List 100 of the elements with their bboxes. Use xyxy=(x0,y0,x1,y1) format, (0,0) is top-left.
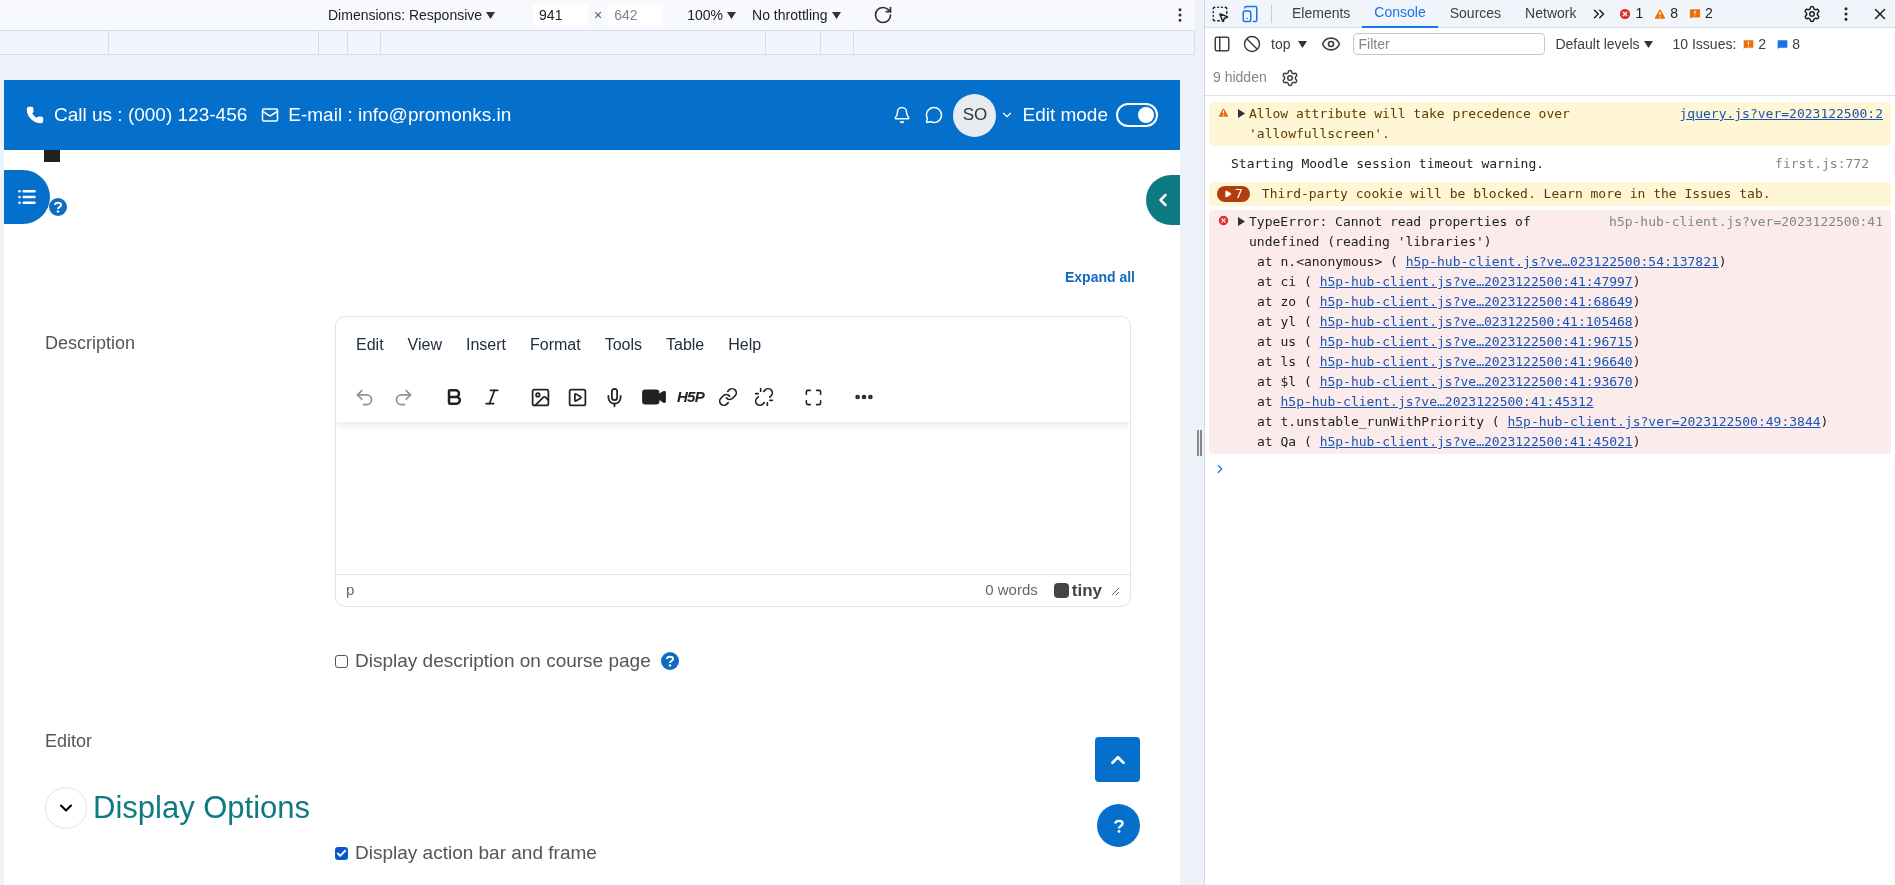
issue-count[interactable]: 2 xyxy=(1758,33,1767,55)
help-icon[interactable] xyxy=(49,198,67,216)
stack-link[interactable]: h5p-hub-client.js?ve…2023122500:41:93670 xyxy=(1319,374,1633,389)
menu-item[interactable]: Tools xyxy=(604,332,642,357)
edit-mode-toggle[interactable] xyxy=(1116,103,1158,127)
expand-arrow-icon[interactable] xyxy=(1238,217,1245,226)
info-count[interactable]: 8 xyxy=(1792,33,1800,55)
h5p-button[interactable]: H5P xyxy=(677,385,704,409)
menu-item[interactable]: Format xyxy=(530,332,581,357)
menu-item[interactable]: View xyxy=(407,332,442,357)
edit-mode-label: Edit mode xyxy=(1022,102,1108,127)
field-label: Editor xyxy=(45,730,93,751)
warning-count[interactable]: 8 xyxy=(1670,3,1679,24)
element-path[interactable]: p xyxy=(346,579,355,602)
checkbox[interactable] xyxy=(335,654,348,668)
filter-field[interactable]: Filter xyxy=(1353,33,1546,55)
width-field[interactable]: 941 xyxy=(533,4,589,26)
image-icon[interactable] xyxy=(530,386,551,408)
stack-frame-text: at n.<anonymous> ( xyxy=(1257,254,1399,269)
eye-icon[interactable] xyxy=(1321,34,1342,54)
issues-label[interactable]: 10 Issues: xyxy=(1672,33,1737,55)
word-count[interactable]: 0 words xyxy=(985,579,1038,602)
settings-icon[interactable] xyxy=(1803,4,1821,23)
menu-item[interactable]: Insert xyxy=(465,332,506,357)
rotate-icon[interactable] xyxy=(872,5,893,25)
count-badge[interactable]: 7 xyxy=(1217,186,1250,202)
fullscreen-icon[interactable] xyxy=(803,387,823,407)
course-index-button[interactable] xyxy=(4,170,50,224)
source-link[interactable]: jquery.js?ver=2023122500:2 xyxy=(1679,104,1883,124)
throttling-dropdown[interactable]: No throttling xyxy=(752,4,841,26)
devtools-tab[interactable]: Network xyxy=(1513,0,1589,28)
devtools-tab[interactable]: Console xyxy=(1362,0,1438,28)
issue-icon xyxy=(1742,37,1756,51)
user-avatar[interactable]: SO xyxy=(953,93,997,137)
italic-icon[interactable] xyxy=(482,387,502,407)
stack-frame-text: at zo ( xyxy=(1257,294,1313,309)
phone-text: Call us : (000) 123-456 xyxy=(54,102,248,127)
stack-link[interactable]: h5p-hub-client.js?ve…2023122500:41:96640 xyxy=(1319,354,1633,369)
link-icon[interactable] xyxy=(717,387,738,407)
expand-arrow-icon[interactable] xyxy=(1238,109,1245,118)
caret-icon xyxy=(1298,40,1308,48)
sidebar-icon[interactable] xyxy=(1213,35,1231,53)
issue-text: Third-party cookie will be blocked. Learn more in the Issues tab. xyxy=(1261,185,1771,203)
stack-frame-text: ) xyxy=(1632,274,1641,289)
stack-frame-text: at Qa ( xyxy=(1257,434,1313,449)
devtools-tab[interactable]: Elements xyxy=(1280,0,1363,28)
notification-icon[interactable] xyxy=(893,106,912,124)
caret-icon xyxy=(1643,40,1653,48)
checkbox[interactable] xyxy=(335,846,348,860)
unlink-icon[interactable] xyxy=(753,387,774,407)
warning-icon xyxy=(1653,6,1668,21)
expand-all-link[interactable]: Expand all xyxy=(1064,267,1135,288)
stack-frame-text: ) xyxy=(1632,374,1641,389)
error-icon xyxy=(1217,214,1230,227)
log-text: Starting Moodle session timeout warning. xyxy=(1231,155,1545,173)
stack-frame-text: at $l ( xyxy=(1257,374,1313,389)
stack-frame-text: ) xyxy=(1718,254,1727,269)
issue-icon xyxy=(1688,6,1703,21)
issue-count[interactable]: 2 xyxy=(1705,3,1713,24)
devtools-tab[interactable]: Sources xyxy=(1437,0,1514,28)
caret-icon xyxy=(727,11,737,19)
inspect-icon[interactable] xyxy=(1211,4,1229,23)
stack-link[interactable]: h5p-hub-client.js?ve…2023122500:41:45312 xyxy=(1280,394,1594,409)
question-mark-icon xyxy=(1112,817,1125,834)
tiny-logo-icon xyxy=(1053,583,1069,598)
back-to-top-button[interactable] xyxy=(1095,737,1140,782)
resize-handle-icon[interactable] xyxy=(1197,429,1202,456)
zoom-dropdown[interactable]: 100% xyxy=(687,4,737,26)
checkbox-label: Display description on course page xyxy=(355,649,651,673)
stack-link[interactable]: h5p-hub-client.js?ver=2023122500:49:3844 xyxy=(1507,414,1821,429)
drawer-toggle-button[interactable] xyxy=(1146,175,1180,225)
menu-item[interactable]: Table xyxy=(666,332,705,357)
info-icon xyxy=(1776,37,1790,51)
message-icon[interactable] xyxy=(925,106,944,124)
source-link[interactable]: first.js:772 xyxy=(1775,154,1869,174)
context-dropdown[interactable]: top xyxy=(1271,33,1308,55)
stack-link[interactable]: h5p-hub-client.js?ve…2023122500:41:68649 xyxy=(1319,294,1633,309)
help-icon[interactable] xyxy=(660,652,679,671)
error-count[interactable]: 1 xyxy=(1635,3,1644,24)
levels-dropdown[interactable]: Default levels xyxy=(1555,33,1653,55)
menu-item[interactable]: Edit xyxy=(356,332,384,357)
stack-frame-text: ) xyxy=(1820,414,1829,429)
field-label: Description xyxy=(45,333,136,353)
stack-link[interactable]: h5p-hub-client.js?ve…2023122500:41:47997 xyxy=(1319,274,1633,289)
stack-link[interactable]: h5p-hub-client.js?ve…023122500:41:105468 xyxy=(1319,314,1633,329)
stack-link[interactable]: h5p-hub-client.js?ve…2023122500:41:96715 xyxy=(1319,334,1633,349)
warning-icon xyxy=(1217,106,1230,119)
email-text: E-mail : info@promonks.in xyxy=(288,102,512,127)
media-icon[interactable] xyxy=(567,386,588,408)
settings-icon[interactable] xyxy=(1280,68,1299,87)
menu-item[interactable]: Help xyxy=(728,332,762,357)
stack-link[interactable]: h5p-hub-client.js?ve…2023122500:41:45021 xyxy=(1319,434,1633,449)
help-button[interactable] xyxy=(1097,804,1140,847)
stack-link[interactable]: h5p-hub-client.js?ve…023122500:54:137821 xyxy=(1405,254,1719,269)
height-field[interactable]: 642 xyxy=(608,4,664,26)
dimensions-dropdown[interactable]: Dimensions: Responsive xyxy=(328,4,496,26)
clear-icon[interactable] xyxy=(1243,35,1261,53)
times-text: × xyxy=(594,5,603,25)
device-toolbar-icon[interactable] xyxy=(1241,4,1259,23)
stack-frame-text: ) xyxy=(1632,314,1641,329)
